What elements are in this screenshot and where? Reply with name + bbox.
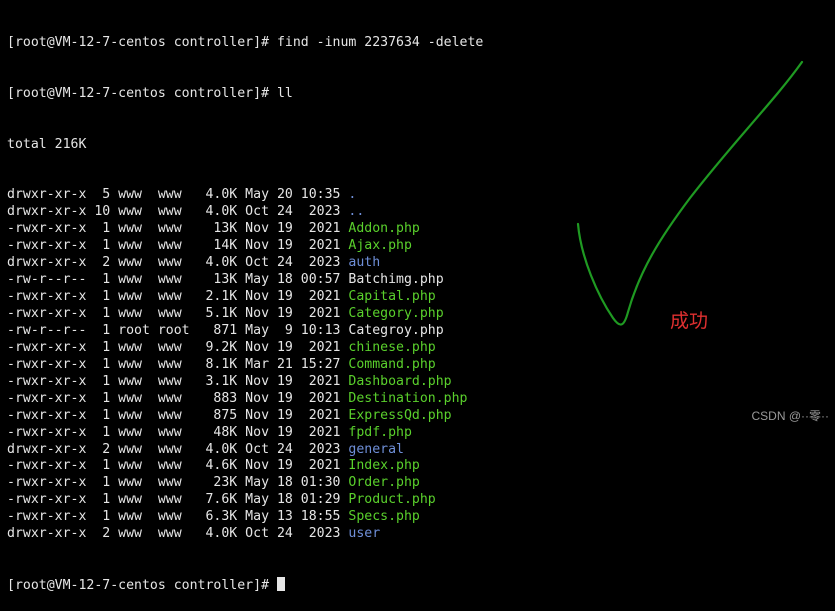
file-name: general (348, 441, 404, 457)
prompt-text: [root@VM-12-7-centos controller]# (7, 578, 277, 594)
file-meta: -rwxr-xr-x 1 www www 4.6K Nov 19 2021 (7, 458, 349, 474)
list-item: -rwxr-xr-x 1 www www 4.6K Nov 19 2021 In… (7, 458, 483, 475)
list-item: -rwxr-xr-x 1 www www 23K May 18 01:30 Or… (7, 475, 483, 492)
watermark: CSDN @··零·· (751, 409, 829, 423)
success-label: 成功 (670, 310, 709, 332)
file-meta: drwxr-xr-x 2 www www 4.0K Oct 24 2023 (7, 526, 349, 542)
file-name: user (348, 526, 381, 542)
file-meta: -rwxr-xr-x 1 www www 23K May 18 01:30 (7, 475, 349, 491)
list-item: -rwxr-xr-x 1 www www 6.3K May 13 18:55 S… (7, 509, 483, 526)
file-meta: -rwxr-xr-x 1 www www 6.3K May 13 18:55 (7, 509, 349, 525)
final-prompt-line[interactable]: [root@VM-12-7-centos controller]# (7, 577, 483, 594)
file-name: Order.php (348, 475, 420, 491)
file-name: Product.php (348, 492, 436, 508)
list-item: drwxr-xr-x 2 www www 4.0K Oct 24 2023 ge… (7, 442, 483, 459)
file-meta: drwxr-xr-x 2 www www 4.0K Oct 24 2023 (7, 441, 349, 457)
checkmark-icon (576, 60, 804, 326)
list-item: -rwxr-xr-x 1 www www 7.6K May 18 01:29 P… (7, 492, 483, 509)
list-item: drwxr-xr-x 2 www www 4.0K Oct 24 2023 us… (7, 526, 483, 543)
cursor (276, 577, 285, 592)
file-name: Specs.php (348, 509, 420, 525)
file-meta: -rwxr-xr-x 1 www www 7.6K May 18 01:29 (7, 492, 349, 508)
file-name: Index.php (348, 458, 420, 474)
